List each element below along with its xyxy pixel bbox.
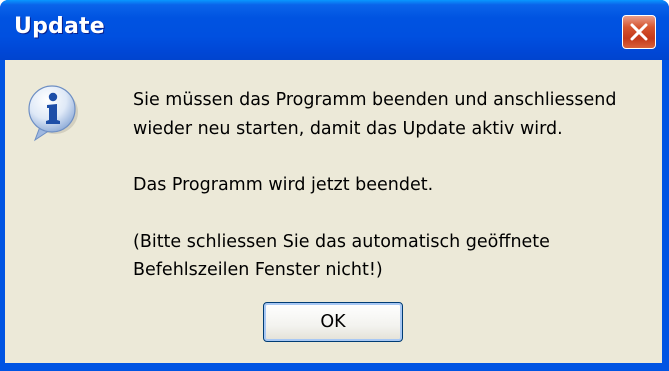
close-icon xyxy=(630,23,648,41)
ok-button[interactable]: OK xyxy=(263,302,403,342)
window-title: Update xyxy=(14,14,105,39)
info-icon xyxy=(28,85,78,142)
message-line: Sie müssen das Programm beenden und ansc… xyxy=(133,90,617,110)
title-bar[interactable]: Update xyxy=(0,0,669,60)
message-line: Das Programm wird jetzt beendet. xyxy=(133,175,434,195)
message-text: Sie müssen das Programm beenden und ansc… xyxy=(133,86,653,285)
close-button[interactable] xyxy=(622,15,656,49)
dialog-window: Update Sie müssen das Programm beenden u… xyxy=(0,0,669,371)
dialog-body: Sie müssen das Programm beenden und ansc… xyxy=(5,60,662,363)
message-line: Befehlszeilen Fenster nicht!) xyxy=(133,260,383,280)
message-line: (Bitte schliessen Sie das automatisch ge… xyxy=(133,231,550,252)
message-line: wieder neu starten, damit das Update akt… xyxy=(133,118,563,139)
